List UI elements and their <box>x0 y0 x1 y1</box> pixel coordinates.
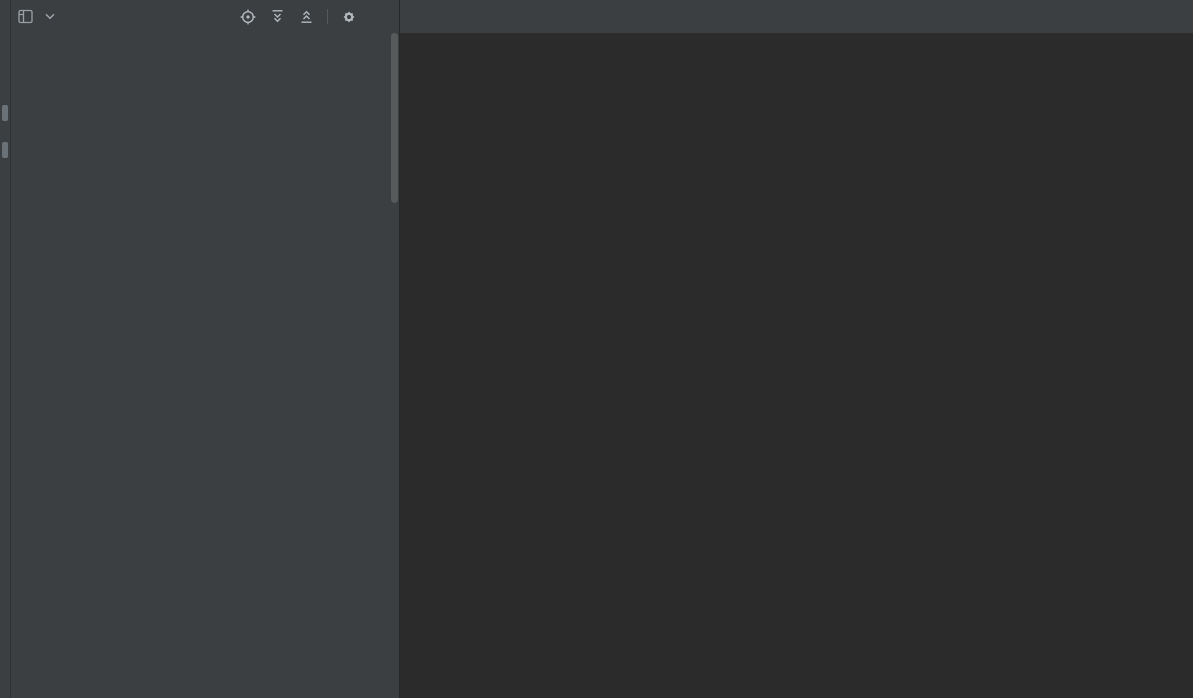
tree-scrollbar[interactable] <box>391 33 398 698</box>
project-tree[interactable] <box>10 33 399 698</box>
hide-panel-button[interactable] <box>367 6 389 28</box>
project-panel <box>10 0 400 698</box>
code-lines <box>400 33 1193 66</box>
tool-window-button-icon[interactable] <box>2 105 8 121</box>
android-studio-window <box>0 0 1193 698</box>
toolbar-divider <box>327 9 328 24</box>
code-editor[interactable] <box>400 33 1193 698</box>
collapse-all-button[interactable] <box>295 6 317 28</box>
tool-window-stripe <box>0 0 11 698</box>
project-panel-header <box>10 0 399 33</box>
project-view-icon[interactable] <box>18 9 33 24</box>
editor-area <box>400 0 1193 698</box>
locate-file-button[interactable] <box>237 6 259 28</box>
chevron-down-icon[interactable] <box>45 13 55 20</box>
expand-all-button[interactable] <box>266 6 288 28</box>
settings-gear-icon[interactable] <box>338 6 360 28</box>
tool-window-button-icon[interactable] <box>2 142 8 158</box>
tab-bar <box>400 0 1193 33</box>
